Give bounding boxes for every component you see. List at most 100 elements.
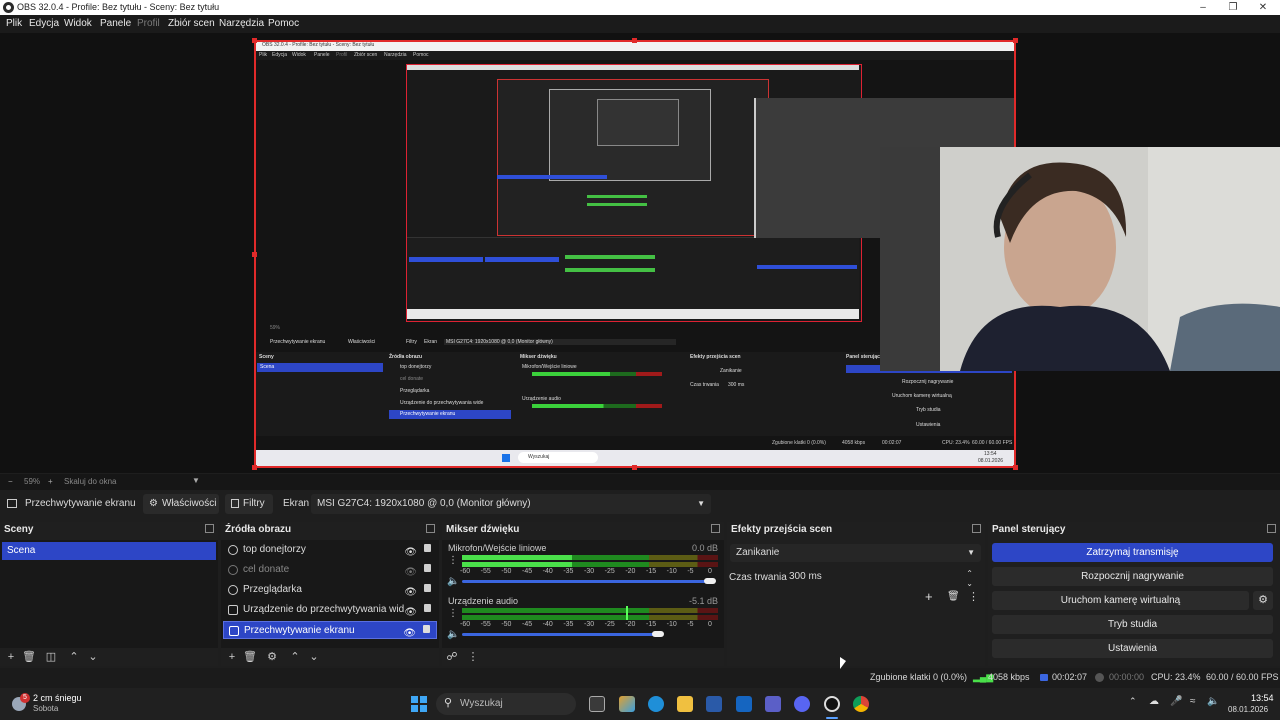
- search-icon: ⚲: [444, 697, 453, 709]
- obs-taskbar-icon[interactable]: [824, 696, 840, 712]
- resize-handle[interactable]: [252, 38, 257, 43]
- source-item-cel-donate[interactable]: cel donate 👁: [223, 561, 437, 579]
- store-icon[interactable]: [706, 696, 722, 712]
- source-item-przegladarka[interactable]: Przeglądarka 👁: [223, 581, 437, 599]
- filters-button[interactable]: Filtry: [225, 494, 273, 514]
- undock-icon[interactable]: [972, 524, 981, 533]
- trash-icon[interactable]: 🗑: [947, 591, 960, 602]
- add-icon[interactable]: +: [4, 650, 18, 664]
- file-explorer-icon[interactable]: [677, 696, 693, 712]
- minimize-icon[interactable]: –: [1188, 0, 1218, 15]
- inner-mic-label: Mikrofon/Wejście liniowe: [522, 364, 577, 370]
- eye-icon[interactable]: 👁: [404, 604, 417, 619]
- menu-panele[interactable]: Panele: [100, 17, 131, 31]
- studio-mode-button[interactable]: Tryb studia: [992, 615, 1273, 634]
- mic-menu-icon[interactable]: ⋮: [448, 555, 458, 566]
- mic-volume-knob[interactable]: [704, 578, 716, 584]
- menu-zbior-scen[interactable]: Zbiór scen: [168, 17, 215, 31]
- windows-start-icon[interactable]: [411, 696, 427, 712]
- menu-edycja[interactable]: Edycja: [29, 17, 59, 31]
- scale-to-window[interactable]: Skaluj do okna: [64, 477, 116, 486]
- properties-button[interactable]: ⚙ Właściwości: [143, 494, 219, 514]
- lock-icon[interactable]: [423, 625, 430, 633]
- undock-icon[interactable]: [426, 524, 435, 533]
- chevron-down-icon[interactable]: ⌄: [307, 650, 321, 664]
- resize-handle[interactable]: [632, 38, 637, 43]
- mic-volume-slider[interactable]: [462, 580, 714, 583]
- start-recording-button[interactable]: Rozpocznij nagrywanie: [992, 567, 1273, 586]
- volume-icon[interactable]: 🔈: [1207, 696, 1219, 707]
- add-icon[interactable]: +: [225, 650, 239, 664]
- chevron-up-icon[interactable]: ⌃: [288, 650, 302, 664]
- stop-streaming-button[interactable]: Zatrzymaj transmisję: [992, 543, 1273, 562]
- resize-handle[interactable]: [632, 465, 637, 470]
- gear-icon[interactable]: ⚙: [265, 650, 279, 664]
- audio-volume-knob[interactable]: [652, 631, 664, 637]
- resize-handle[interactable]: [252, 465, 257, 470]
- speaker-icon[interactable]: 🔈: [447, 629, 459, 640]
- source-item-screen-capture[interactable]: Przechwytywanie ekranu 👁: [223, 621, 437, 639]
- tray-chevron-icon[interactable]: ⌃: [1129, 696, 1137, 707]
- teams-icon[interactable]: [765, 696, 781, 712]
- trash-icon[interactable]: 🗑: [22, 650, 36, 664]
- audio-volume-slider[interactable]: [462, 633, 662, 636]
- menu-narzedzia[interactable]: Narzędzia: [219, 17, 264, 31]
- zoom-dropdown-icon[interactable]: ▼: [192, 476, 200, 485]
- menu-dots-icon[interactable]: ⋮: [466, 650, 480, 664]
- eye-icon[interactable]: 👁: [404, 544, 417, 559]
- taskbar-search[interactable]: ⚲ Wyszukaj: [436, 693, 576, 715]
- outlook-icon[interactable]: [736, 696, 752, 712]
- zoom-out-button[interactable]: −: [8, 477, 13, 486]
- lock-icon[interactable]: [424, 604, 431, 612]
- lock-icon[interactable]: [424, 564, 431, 572]
- menu-profil[interactable]: Profil: [137, 17, 160, 31]
- transition-select[interactable]: Zanikanie ▼: [730, 544, 981, 562]
- screen-select[interactable]: MSI G27C4: 1920x1080 @ 0,0 (Monitor głów…: [311, 494, 711, 514]
- menu-widok[interactable]: Widok: [64, 17, 92, 31]
- scale-tick-label: -45: [522, 568, 533, 575]
- resize-handle[interactable]: [252, 252, 257, 257]
- chrome-icon[interactable]: [853, 696, 869, 712]
- filter-icon[interactable]: ◫: [44, 650, 58, 664]
- virtual-camera-settings-icon[interactable]: ⚙: [1253, 591, 1273, 610]
- eye-icon[interactable]: 👁: [403, 625, 416, 638]
- edge-icon[interactable]: [648, 696, 664, 712]
- link-icon[interactable]: ☍: [445, 650, 459, 664]
- undock-icon[interactable]: [205, 524, 214, 533]
- task-view-icon[interactable]: [589, 696, 605, 712]
- trash-icon[interactable]: 🗑: [243, 650, 257, 664]
- chevron-down-icon[interactable]: ⌄: [86, 650, 100, 664]
- lock-icon[interactable]: [424, 544, 431, 552]
- discord-icon[interactable]: [794, 696, 810, 712]
- duration-spinbox[interactable]: 300 ms ⌃ ⌄: [789, 568, 981, 588]
- undock-icon[interactable]: [711, 524, 720, 533]
- source-item-top-donejtorzy[interactable]: top donejtorzy 👁: [223, 541, 437, 559]
- undock-icon[interactable]: [1267, 524, 1276, 533]
- start-virtual-camera-button[interactable]: Uruchom kamerę wirtualną: [992, 591, 1249, 610]
- settings-button[interactable]: Ustawienia: [992, 639, 1273, 658]
- clock-date[interactable]: 08.01.2026: [1228, 705, 1268, 714]
- cloud-icon[interactable]: ☁: [1149, 696, 1159, 707]
- resize-handle[interactable]: [1013, 38, 1018, 43]
- clock-time[interactable]: 13:54: [1251, 693, 1274, 703]
- source-item-video-capture[interactable]: Urządzenie do przechwytywania wide 👁: [223, 601, 437, 619]
- eye-hidden-icon[interactable]: 👁: [404, 564, 417, 579]
- copilot-icon[interactable]: [619, 696, 635, 712]
- menu-pomoc[interactable]: Pomoc: [268, 17, 299, 31]
- speaker-icon[interactable]: 🔈: [447, 576, 459, 587]
- wifi-icon[interactable]: ≈: [1190, 696, 1196, 707]
- add-icon[interactable]: +: [925, 589, 933, 604]
- chevron-up-icon[interactable]: ⌃: [67, 650, 81, 664]
- eye-icon[interactable]: 👁: [404, 584, 417, 599]
- close-icon[interactable]: ✕: [1248, 0, 1278, 15]
- webcam-video-source[interactable]: [880, 147, 1280, 371]
- zoom-in-button[interactable]: +: [48, 477, 53, 486]
- lock-icon[interactable]: [424, 584, 431, 592]
- menu-dots-icon[interactable]: ⋮: [968, 590, 979, 603]
- scene-item[interactable]: Scena: [2, 542, 216, 560]
- microphone-icon[interactable]: 🎤: [1170, 696, 1182, 707]
- audio-menu-icon[interactable]: ⋮: [448, 608, 458, 619]
- maximize-icon[interactable]: ❐: [1218, 0, 1248, 15]
- menu-plik[interactable]: Plik: [6, 17, 22, 31]
- resize-handle[interactable]: [1013, 465, 1018, 470]
